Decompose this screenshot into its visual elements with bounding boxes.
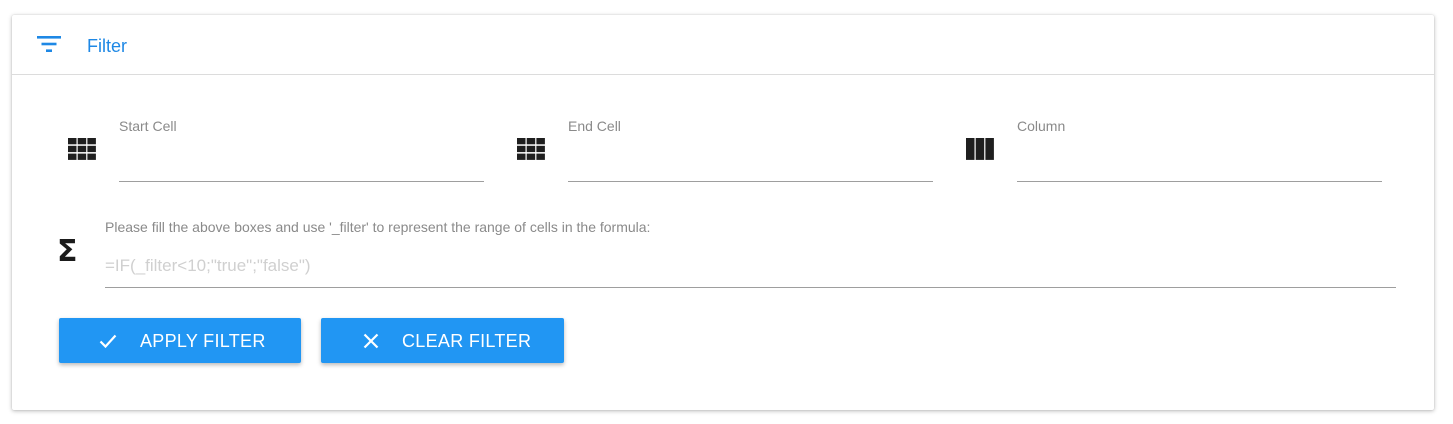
filter-card: Filter Start Cell End Cell Column Σ Plea… [12,15,1434,410]
grid-icon [68,138,96,160]
column-icon [966,138,994,160]
apply-filter-button[interactable]: APPLY FILTER [59,318,301,363]
apply-filter-label: APPLY FILTER [140,331,266,351]
start-cell-label: Start Cell [119,118,177,134]
column-field: Column [1017,117,1382,187]
clear-filter-button[interactable]: CLEAR FILTER [321,318,564,363]
clear-filter-label: CLEAR FILTER [402,331,532,351]
check-icon [99,334,117,349]
start-cell-input[interactable] [119,141,484,182]
grid-icon [517,138,545,160]
formula-label: Please fill the above boxes and use '_fi… [105,219,651,235]
end-cell-input[interactable] [568,141,933,182]
close-icon [363,333,379,349]
column-input[interactable] [1017,141,1382,182]
sigma-icon: Σ [57,234,78,269]
filter-icon [37,36,61,52]
start-cell-field: Start Cell [119,117,484,187]
formula-input[interactable] [105,244,1396,288]
column-label: Column [1017,118,1066,134]
end-cell-label: End Cell [568,118,621,134]
end-cell-field: End Cell [568,117,933,187]
card-header: Filter [12,15,1434,75]
header-title: Filter [87,36,127,56]
